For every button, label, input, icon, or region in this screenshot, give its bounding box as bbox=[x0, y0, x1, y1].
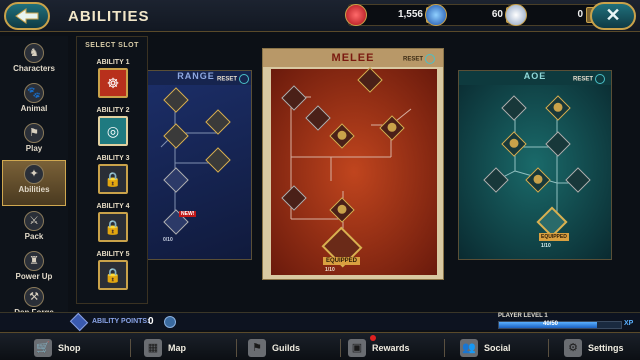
melee-progress: 1/10 bbox=[325, 267, 335, 273]
diamond-icon bbox=[505, 4, 527, 26]
play-icon: ⚑ bbox=[24, 123, 44, 143]
social-icon: 👥 bbox=[460, 339, 478, 357]
equipped-badge: EQUIPPED bbox=[539, 233, 569, 241]
ruby-icon bbox=[345, 4, 367, 26]
den-forge-icon: ⚒ bbox=[24, 287, 44, 307]
slot-label: ABILITY 1 bbox=[96, 59, 130, 66]
orbs-value: 60 bbox=[491, 9, 503, 20]
sidebar-item-label: Characters bbox=[13, 64, 55, 73]
nav-divider bbox=[236, 339, 237, 357]
guilds-icon: ⚑ bbox=[248, 339, 266, 357]
sapphire-icon bbox=[425, 4, 447, 26]
rewards-glyph: ▣ bbox=[351, 342, 363, 354]
aoe-progress: 1/10 bbox=[541, 243, 551, 249]
nav-settings[interactable]: ⚙ Settings bbox=[564, 336, 624, 360]
pack-icon: ⚔ bbox=[24, 211, 44, 231]
nav-divider bbox=[548, 339, 549, 357]
settings-gear-icon: ⚙ bbox=[564, 339, 582, 357]
xp-value: 40/50 bbox=[543, 321, 559, 327]
nav-divider bbox=[130, 339, 131, 357]
xp-badge: XP bbox=[624, 320, 634, 327]
ability-slot-panel: SELECT SLOT ABILITY 1 ☸ ABILITY 2 ◎ ABIL… bbox=[76, 36, 148, 304]
reset-label: RESET bbox=[403, 56, 424, 63]
nav-shop[interactable]: 🛒 Shop bbox=[34, 336, 81, 360]
select-slot-header: SELECT SLOT bbox=[85, 42, 139, 49]
abilities-icon: ✦ bbox=[24, 164, 44, 184]
sidebar-item-label: Power Up bbox=[15, 272, 53, 281]
sidebar-item-label: Play bbox=[25, 144, 43, 153]
ability-points-label: ABILITY POINTS: bbox=[92, 318, 150, 325]
power-up-icon: ♜ bbox=[24, 251, 44, 271]
slot-label: ABILITY 4 bbox=[96, 203, 130, 210]
nav-label: Map bbox=[168, 343, 186, 353]
nav-social[interactable]: 👥 Social bbox=[460, 336, 511, 360]
reset-icon bbox=[425, 54, 436, 64]
top-bar: ABILITIES 1,556 + 60 + 0 + ✕ bbox=[0, 0, 640, 32]
range-tree-connectors bbox=[160, 93, 218, 219]
aoe-ability-icon: ◎ bbox=[98, 116, 128, 146]
equipped-badge: EQUIPPED bbox=[323, 257, 361, 265]
status-bar: ABILITY POINTS: 0 PLAYER LEVEL 1 40/50 X… bbox=[0, 312, 640, 332]
aoe-tree-panel: AOE RESET EQUIPPED 1/10 bbox=[458, 70, 612, 260]
back-arrow-icon bbox=[15, 8, 39, 24]
close-button[interactable]: ✕ bbox=[590, 2, 636, 30]
nav-label: Social bbox=[484, 343, 511, 353]
aoe-tree-connectors bbox=[494, 111, 575, 221]
sidebar-item-abilities[interactable]: ✦ Abilities bbox=[2, 160, 66, 206]
range-progress: 0/10 bbox=[163, 237, 173, 243]
range-tree-panel: RANGE RESET NEW! 0/10 bbox=[140, 70, 252, 260]
map-icon: ▦ bbox=[144, 339, 162, 357]
nav-guilds[interactable]: ⚑ Guilds bbox=[248, 336, 300, 360]
back-button[interactable] bbox=[4, 2, 50, 30]
gems-value: 1,556 bbox=[397, 9, 423, 20]
xp-bar: 40/50 bbox=[498, 321, 622, 329]
player-level-label: PLAYER LEVEL 1 bbox=[498, 313, 548, 319]
slot-label: ABILITY 2 bbox=[96, 107, 130, 114]
sidebar-item-label: Pack bbox=[24, 232, 44, 241]
characters-icon: ♞ bbox=[24, 43, 44, 63]
lock-icon: 🔒 bbox=[98, 212, 128, 242]
new-badge: NEW! bbox=[179, 211, 197, 217]
nav-divider bbox=[444, 339, 445, 357]
melee-reset-button[interactable]: RESET bbox=[403, 54, 436, 64]
nav-label: Shop bbox=[58, 343, 81, 353]
info-icon[interactable] bbox=[164, 316, 176, 328]
sidebar-item-label: Abilities bbox=[18, 185, 50, 194]
sidebar-item-label: Animal bbox=[20, 104, 48, 113]
nav-label: Settings bbox=[588, 343, 624, 353]
ability-slot-1[interactable]: ABILITY 1 ☸ bbox=[87, 59, 139, 107]
sidebar: ♞ Characters 🐾 Animal ⚑ Play ✦ Abilities… bbox=[0, 36, 68, 317]
ability-slot-5[interactable]: ABILITY 5 🔒 bbox=[87, 251, 139, 299]
bottom-nav: 🛒 Shop ▦ Map ⚑ Guilds ▣ Rewards 👥 Social… bbox=[0, 332, 640, 360]
slot-label: ABILITY 5 bbox=[96, 251, 130, 258]
melee-tree-panel: MELEE RESET EQUIPPED 1/10 bbox=[262, 48, 444, 280]
ability-slot-4[interactable]: ABILITY 4 🔒 bbox=[87, 203, 139, 251]
animal-icon: 🐾 bbox=[24, 83, 44, 103]
rewards-chest-icon: ▣ bbox=[348, 335, 376, 357]
ability-slot-3[interactable]: ABILITY 3 🔒 bbox=[87, 155, 139, 203]
ability-slot-2[interactable]: ABILITY 2 ◎ bbox=[87, 107, 139, 155]
ability-points-icon bbox=[69, 312, 89, 332]
nav-label: Guilds bbox=[272, 343, 301, 353]
nav-label: Rewards bbox=[372, 343, 410, 353]
nav-rewards[interactable]: ▣ Rewards bbox=[348, 335, 410, 360]
slot-label: ABILITY 3 bbox=[96, 155, 130, 162]
melee-ability-icon: ☸ bbox=[98, 68, 128, 98]
ability-points-value: 0 bbox=[148, 316, 154, 327]
nav-map[interactable]: ▦ Map bbox=[144, 336, 186, 360]
lock-icon: 🔒 bbox=[98, 260, 128, 290]
page-title: ABILITIES bbox=[68, 8, 150, 25]
shop-basket-icon: 🛒 bbox=[34, 339, 52, 357]
nav-divider bbox=[340, 339, 341, 357]
crystals-value: 0 bbox=[577, 9, 583, 20]
melee-tree-canvas: EQUIPPED 1/10 bbox=[271, 67, 437, 275]
notification-dot bbox=[370, 335, 376, 341]
close-x-icon: ✕ bbox=[605, 5, 621, 25]
lock-icon: 🔒 bbox=[98, 164, 128, 194]
